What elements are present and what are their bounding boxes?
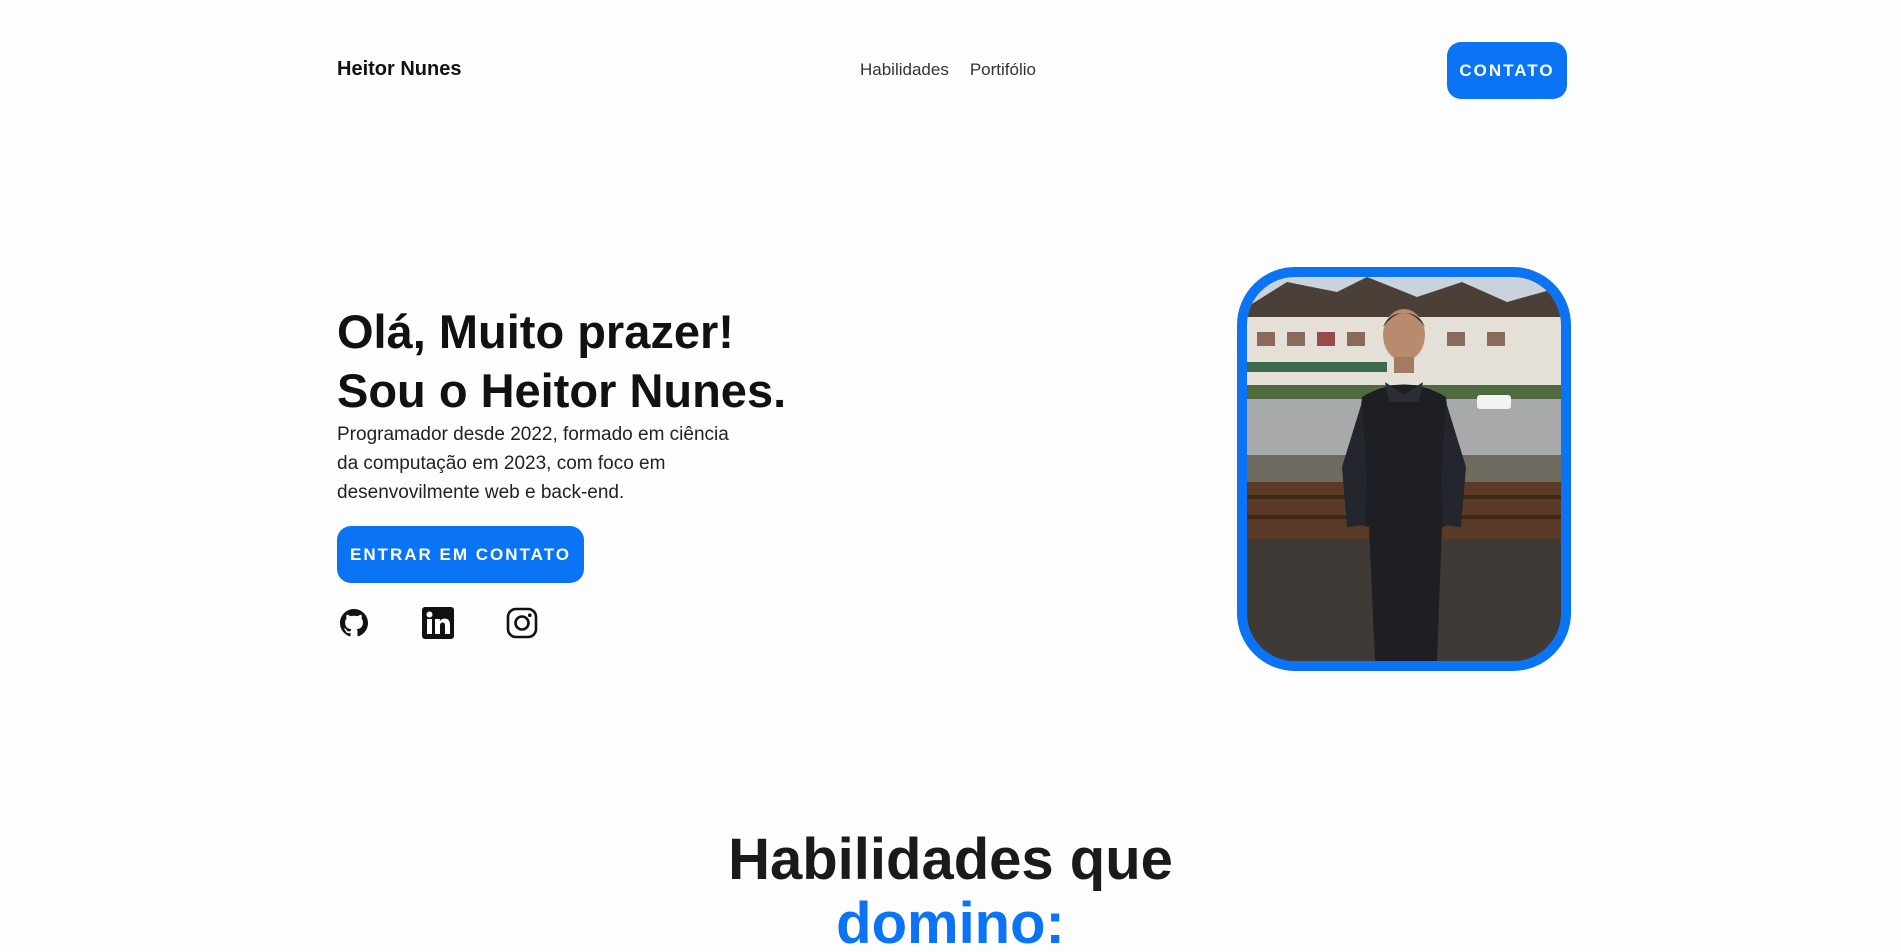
github-icon[interactable] [337,606,371,640]
hero-title-line1: Olá, Muito prazer! [337,305,734,358]
nav-link-habilidades[interactable]: Habilidades [860,60,949,80]
main-nav: Habilidades Portifólio [860,60,1036,80]
nav-link-portifolio[interactable]: Portifólio [970,60,1036,80]
skills-heading-part1: Habilidades que [728,827,1173,892]
skills-heading: Habilidades que domino: [0,828,1901,952]
contact-button[interactable]: CONTATO [1447,42,1567,99]
brand-name[interactable]: Heitor Nunes [337,58,461,81]
profile-photo [1237,267,1571,671]
social-links [337,606,539,640]
hero-title-line2: Sou o Heitor Nunes. [337,364,787,417]
hero-description: Programador desde 2022, formado em ciênc… [337,424,729,503]
enter-contact-button[interactable]: ENTRAR EM CONTATO [337,526,584,583]
hero-title: Olá, Muito prazer! Sou o Heitor Nunes. [337,302,897,420]
skills-heading-accent: domino: [836,891,1065,952]
instagram-icon[interactable] [505,606,539,640]
profile-photo-illustration [1247,277,1561,661]
linkedin-icon[interactable] [421,606,455,640]
page: Heitor Nunes Habilidades Portifólio CONT… [0,0,1901,952]
